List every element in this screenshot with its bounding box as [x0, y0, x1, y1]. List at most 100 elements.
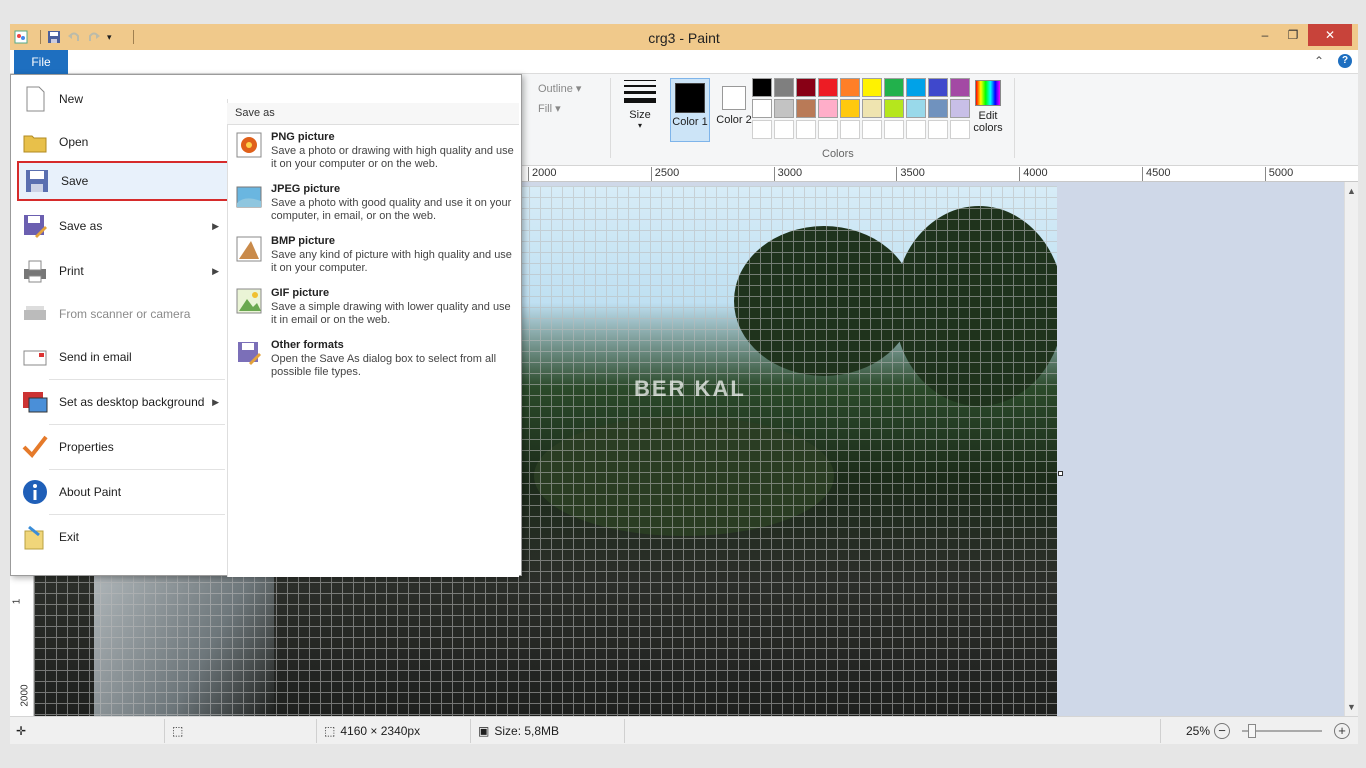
zoom-slider[interactable] [1242, 724, 1322, 738]
palette-empty-swatch[interactable] [862, 120, 882, 139]
zoom-out-icon[interactable]: − [1214, 723, 1230, 739]
selection-size-icon: ⬚ [172, 724, 184, 738]
palette-swatch[interactable] [884, 78, 904, 97]
palette-empty-swatch[interactable] [774, 120, 794, 139]
palette-swatch[interactable] [818, 78, 838, 97]
palette-swatch[interactable] [950, 78, 970, 97]
scroll-up-icon[interactable]: ▲ [1347, 186, 1356, 196]
close-button[interactable]: ✕ [1308, 24, 1352, 46]
status-divider [316, 719, 317, 743]
edit-colors-button[interactable]: Edit colors [970, 80, 1006, 134]
palette-swatch[interactable] [906, 99, 926, 118]
save-disk-icon [26, 170, 48, 192]
save-option-title: BMP picture [271, 235, 335, 247]
palette-swatch[interactable] [840, 99, 860, 118]
image-dimensions-icon: ⬚ [324, 724, 336, 738]
palette-swatch[interactable] [950, 99, 970, 118]
minimize-ribbon-chevron-icon[interactable]: ⌃ [1314, 54, 1328, 68]
menu-item-label: From scanner or camera [59, 307, 191, 321]
scroll-down-icon[interactable]: ▼ [1347, 702, 1356, 712]
palette-swatch[interactable] [796, 78, 816, 97]
color1-button[interactable]: Color 1 [670, 78, 710, 142]
save-as-header: Save as [227, 103, 519, 125]
palette-swatch[interactable] [818, 99, 838, 118]
menu-item-send-email[interactable]: Send in email [17, 337, 227, 377]
save-as-gif[interactable]: GIF picture Save a simple drawing with l… [235, 287, 515, 327]
palette-swatch[interactable] [862, 99, 882, 118]
menu-item-label: Save as [59, 219, 103, 233]
save-as-other-formats[interactable]: Other formats Open the Save As dialog bo… [235, 339, 515, 379]
palette-swatch[interactable] [884, 99, 904, 118]
menu-item-label: About Paint [59, 485, 122, 499]
menu-divider [49, 424, 225, 425]
vruler-tick: 1 [11, 598, 23, 605]
palette-empty-swatch[interactable] [840, 120, 860, 139]
tree-shape [534, 416, 834, 536]
size-label: Size [629, 109, 651, 121]
menu-item-label: Exit [59, 530, 80, 544]
outline-dropdown[interactable]: Outline ▾ [538, 82, 581, 95]
zoom-slider-knob[interactable] [1248, 724, 1256, 738]
menu-item-open[interactable]: Open [17, 122, 227, 162]
color1-label: Color 1 [672, 116, 708, 128]
minimize-button[interactable]: ‒ [1250, 24, 1280, 46]
file-menu-commands: New Open Save Save as ▶ Print ▶ From sca… [11, 75, 229, 575]
save-as-jpeg[interactable]: JPEG picture Save a photo with good qual… [235, 183, 515, 223]
menu-item-about[interactable]: About Paint [17, 472, 227, 512]
color-palette [752, 78, 970, 139]
palette-swatch[interactable] [752, 78, 772, 97]
menu-item-save[interactable]: Save [17, 161, 229, 201]
color2-button[interactable]: Color 2 [714, 78, 754, 142]
submenu-arrow-icon: ▶ [212, 396, 219, 407]
vertical-scrollbar[interactable]: ▲ ▼ [1344, 182, 1358, 716]
palette-swatch[interactable] [774, 99, 794, 118]
open-folder-icon [23, 135, 47, 153]
menu-item-print[interactable]: Print ▶ [17, 251, 227, 291]
image-dimensions-value: 4160 × 2340px [340, 724, 421, 738]
fill-dropdown[interactable]: Fill ▾ [538, 102, 561, 115]
palette-empty-swatch[interactable] [796, 120, 816, 139]
color2-label: Color 2 [716, 114, 752, 126]
save-option-desc: Save a simple drawing with lower quality… [271, 301, 511, 326]
palette-swatch[interactable] [752, 99, 772, 118]
menu-item-label: New [59, 92, 84, 106]
save-as-png[interactable]: PNG picture Save a photo or drawing with… [235, 131, 515, 171]
help-icon[interactable]: ? [1338, 54, 1352, 68]
palette-swatch[interactable] [774, 78, 794, 97]
save-as-bmp[interactable]: BMP picture Save any kind of picture wit… [235, 235, 515, 275]
palette-empty-swatch[interactable] [906, 120, 926, 139]
canvas-resize-handle[interactable] [1058, 471, 1063, 476]
palette-swatch[interactable] [840, 78, 860, 97]
menu-item-from-scanner[interactable]: From scanner or camera [17, 294, 227, 334]
palette-empty-swatch[interactable] [752, 120, 772, 139]
restore-button[interactable]: ❐ [1278, 24, 1308, 46]
palette-empty-swatch[interactable] [928, 120, 948, 139]
edit-colors-label: Edit colors [973, 110, 1003, 134]
palette-swatch[interactable] [928, 78, 948, 97]
colors-group-label: Colors [822, 148, 854, 160]
palette-swatch[interactable] [906, 78, 926, 97]
menu-item-desktop-background[interactable]: Set as desktop background ▶ [17, 382, 227, 422]
menu-item-new[interactable]: New [17, 79, 227, 119]
ruler-tick: 3500 [896, 167, 925, 181]
menu-item-save-as[interactable]: Save as ▶ [17, 206, 227, 246]
file-tab[interactable]: File [14, 50, 68, 74]
palette-empty-swatch[interactable] [818, 120, 838, 139]
palette-swatch[interactable] [928, 99, 948, 118]
palette-swatch[interactable] [862, 78, 882, 97]
menu-item-exit[interactable]: Exit [17, 517, 227, 557]
ruler-tick: 2500 [650, 167, 679, 181]
info-icon [23, 480, 47, 504]
palette-swatch[interactable] [796, 99, 816, 118]
ribbon-divider [1014, 78, 1015, 158]
image-dimensions: ⬚ 4160 × 2340px [324, 724, 420, 738]
menu-item-label: Save [61, 174, 89, 188]
zoom-in-icon[interactable]: + [1334, 723, 1350, 739]
palette-empty-swatch[interactable] [884, 120, 904, 139]
menu-item-properties[interactable]: Properties [17, 427, 227, 467]
menu-divider [49, 514, 225, 515]
paint-window: ▾ crg3 - Paint ‒ ❐ ✕ File ⌃ ? Outline ▾ … [10, 24, 1358, 744]
size-button[interactable]: Size ▾ [620, 80, 660, 130]
palette-empty-swatch[interactable] [950, 120, 970, 139]
save-option-desc: Save a photo or drawing with high qualit… [271, 145, 514, 170]
